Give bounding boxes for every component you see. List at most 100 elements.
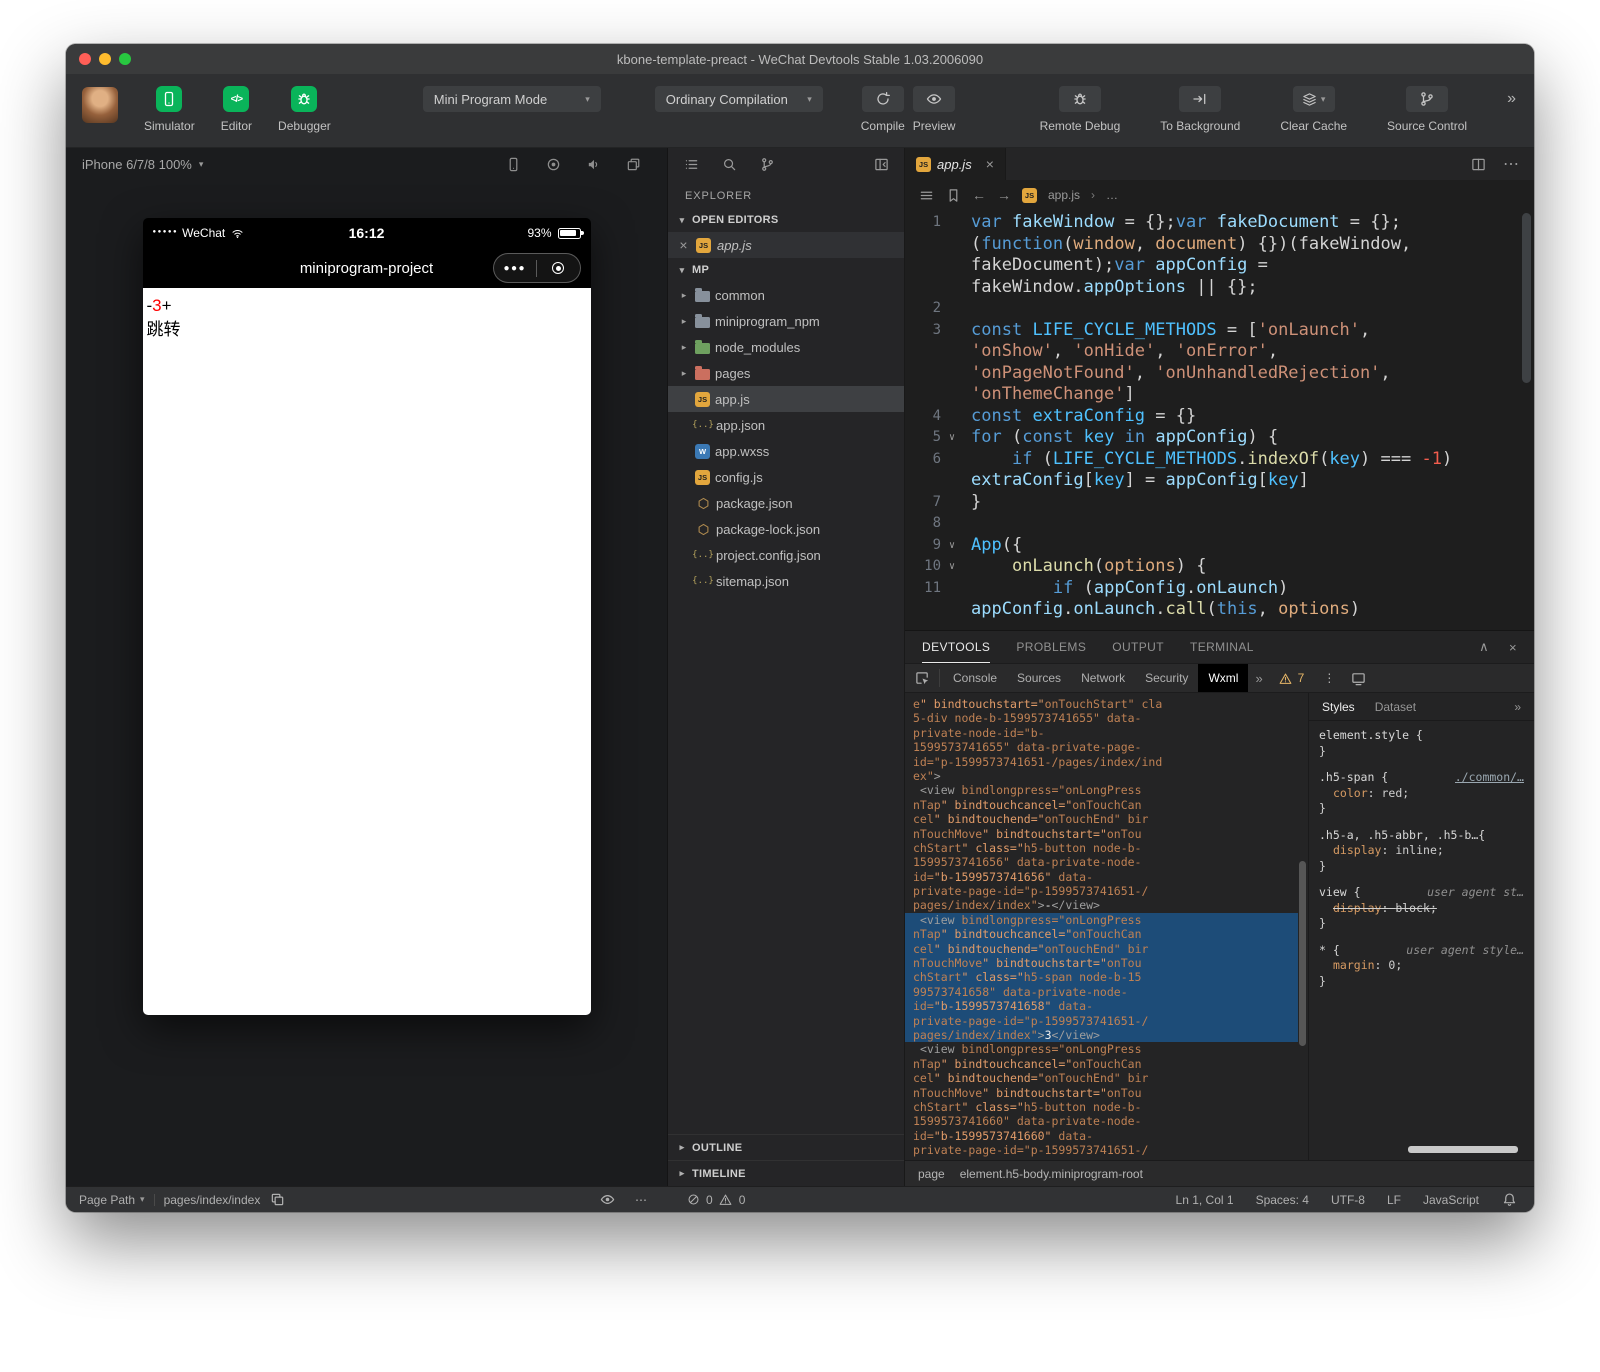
back-icon[interactable]: ←: [972, 187, 986, 203]
rotate-device-icon[interactable]: [505, 156, 521, 172]
more-icon[interactable]: ⋯: [633, 1192, 649, 1208]
fold-icon[interactable]: ∨: [941, 556, 963, 578]
eye-icon[interactable]: [599, 1192, 615, 1208]
close-window-button[interactable]: [79, 53, 91, 65]
more-icon[interactable]: ●●●: [494, 263, 537, 274]
fold-icon[interactable]: ∨: [941, 535, 963, 557]
tree-file-package.json[interactable]: package.json: [668, 490, 904, 516]
open-editor-app-js[interactable]: × JS app.js: [668, 232, 904, 258]
wxml-node[interactable]: <view bindlongpress="onLongPressnTap" bi…: [913, 1042, 1298, 1157]
tab-problems[interactable]: PROBLEMS: [1016, 631, 1086, 663]
tree-file-sitemap.json[interactable]: {..}sitemap.json: [668, 568, 904, 594]
css-rule[interactable]: .h5-span {./common/…color: red;}: [1319, 770, 1524, 817]
css-rule[interactable]: view {user agent st…display: block;}: [1319, 885, 1524, 932]
css-declaration[interactable]: display: block;: [1319, 901, 1524, 917]
close-icon[interactable]: ×: [677, 237, 690, 253]
source-control-button[interactable]: Source Control: [1387, 86, 1467, 133]
record-icon[interactable]: [545, 156, 561, 172]
kebab-menu-icon[interactable]: ⋮: [1321, 670, 1337, 686]
tab-devtools[interactable]: DEVTOOLS: [922, 631, 990, 663]
exit-icon[interactable]: [537, 262, 580, 274]
zoom-window-button[interactable]: [119, 53, 131, 65]
forward-icon[interactable]: →: [997, 187, 1011, 203]
indentation-setting[interactable]: Spaces: 4: [1256, 1193, 1309, 1207]
device-selector[interactable]: iPhone 6/7/8 100% ▾: [82, 157, 203, 172]
eol-setting[interactable]: LF: [1387, 1193, 1401, 1207]
tab-styles[interactable]: Styles: [1322, 700, 1355, 714]
avatar[interactable]: [82, 87, 118, 123]
more-tabs-icon[interactable]: »: [1514, 700, 1521, 714]
tree-folder-node_modules[interactable]: ▸node_modules: [668, 334, 904, 360]
horizontal-scrollbar[interactable]: [1408, 1146, 1518, 1153]
plus-button[interactable]: +: [162, 294, 172, 318]
collapse-panel-icon[interactable]: [873, 156, 889, 172]
css-declaration[interactable]: display: inline;: [1319, 843, 1524, 859]
encoding-setting[interactable]: UTF-8: [1331, 1193, 1365, 1207]
css-declaration[interactable]: color: red;: [1319, 786, 1524, 802]
tab-output[interactable]: OUTPUT: [1112, 631, 1164, 663]
css-declaration[interactable]: margin: 0;: [1319, 958, 1524, 974]
bookmark-icon[interactable]: [945, 187, 961, 203]
bell-icon[interactable]: [1501, 1192, 1517, 1208]
simulator-button[interactable]: Simulator: [144, 86, 195, 133]
breadcrumb-symbol[interactable]: …: [1106, 188, 1118, 202]
project-section[interactable]: ▾ MP: [668, 258, 904, 282]
remote-debug-button[interactable]: Remote Debug: [1040, 86, 1121, 133]
preview-button[interactable]: Preview: [913, 86, 956, 133]
cursor-position[interactable]: Ln 1, Col 1: [1176, 1193, 1234, 1207]
inspector-tab-wxml[interactable]: Wxml: [1198, 664, 1248, 692]
css-rule[interactable]: .h5-a, .h5-abbr, .h5-b…{display: inline;…: [1319, 828, 1524, 875]
tree-file-app.json[interactable]: {..}app.json: [668, 412, 904, 438]
menu-capsule[interactable]: ●●●: [493, 253, 581, 283]
tree-file-project.config.json[interactable]: {..}project.config.json: [668, 542, 904, 568]
sound-icon[interactable]: [585, 156, 601, 172]
to-background-button[interactable]: To Background: [1160, 86, 1240, 133]
wxml-node[interactable]: e" bindtouchstart="onTouchStart" cla5-di…: [913, 697, 1298, 783]
language-mode[interactable]: JavaScript: [1423, 1193, 1479, 1207]
css-rule[interactable]: element.style {}: [1319, 728, 1524, 759]
stylesheet-link[interactable]: ./common/…: [1455, 770, 1524, 786]
search-icon[interactable]: [721, 156, 737, 172]
compile-button[interactable]: Compile: [861, 86, 905, 133]
breadcrumb-element[interactable]: element.h5-body.miniprogram-root: [960, 1167, 1143, 1181]
multi-window-icon[interactable]: [625, 156, 641, 172]
inspect-element-icon[interactable]: [914, 670, 930, 686]
tab-app-js[interactable]: JS app.js ×: [905, 148, 1006, 180]
code-editor[interactable]: 1var fakeWindow = {};var fakeDocument = …: [905, 210, 1534, 630]
close-icon[interactable]: ×: [986, 156, 994, 172]
inspector-tab-security[interactable]: Security: [1135, 664, 1198, 692]
minimize-window-button[interactable]: [99, 53, 111, 65]
tab-dataset[interactable]: Dataset: [1375, 700, 1416, 714]
outline-section[interactable]: ▸ OUTLINE: [668, 1134, 904, 1160]
clear-cache-button[interactable]: ▾ Clear Cache: [1280, 86, 1347, 133]
jump-link[interactable]: 跳转: [147, 318, 587, 342]
scrollbar[interactable]: [1298, 693, 1308, 1160]
wxml-node-selected[interactable]: <view bindlongpress="onLongPressnTap" bi…: [905, 913, 1298, 1043]
inspector-tab-network[interactable]: Network: [1071, 664, 1135, 692]
wxml-node[interactable]: <view bindlongpress="onLongPressnTap" bi…: [913, 783, 1298, 913]
css-rule[interactable]: * {user agent style…margin: 0;}: [1319, 943, 1524, 990]
split-editor-icon[interactable]: [1470, 156, 1486, 172]
tree-folder-common[interactable]: ▸common: [668, 282, 904, 308]
more-tabs-icon[interactable]: »: [1248, 671, 1269, 686]
debugger-button[interactable]: Debugger: [278, 86, 331, 133]
more-icon[interactable]: ⋯: [1503, 156, 1519, 172]
tree-folder-miniprogram_npm[interactable]: ▸miniprogram_npm: [668, 308, 904, 334]
inspector-tab-console[interactable]: Console: [943, 664, 1007, 692]
collapse-icon[interactable]: ∧: [1479, 639, 1489, 655]
compilation-dropdown[interactable]: Ordinary Compilation ▾: [655, 86, 823, 112]
breadcrumb-page[interactable]: page: [918, 1167, 945, 1181]
git-branch-icon[interactable]: [759, 156, 775, 172]
timeline-section[interactable]: ▸ TIMELINE: [668, 1160, 904, 1186]
fold-icon[interactable]: ∨: [941, 427, 963, 449]
css-rules[interactable]: element.style {} .h5-span {./common/…colo…: [1309, 721, 1534, 1160]
breadcrumb-file[interactable]: app.js: [1048, 188, 1080, 202]
device-toolbar-icon[interactable]: [1350, 670, 1366, 686]
list-icon[interactable]: [683, 156, 699, 172]
tab-terminal[interactable]: TERMINAL: [1190, 631, 1254, 663]
tree-file-app.wxss[interactable]: Wapp.wxss: [668, 438, 904, 464]
open-editors-section[interactable]: ▾ OPEN EDITORS: [668, 208, 904, 232]
tree-file-app.js[interactable]: JSapp.js: [668, 386, 904, 412]
close-icon[interactable]: ×: [1509, 640, 1517, 655]
scrollbar[interactable]: [1522, 213, 1531, 383]
